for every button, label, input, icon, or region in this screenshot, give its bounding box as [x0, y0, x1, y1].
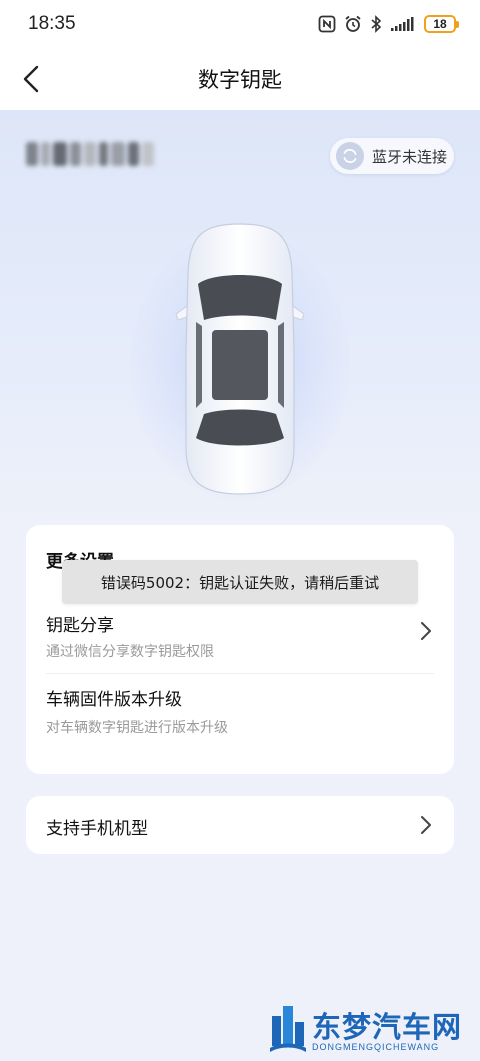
error-toast: 错误码5002：钥匙认证失败，请稍后重试: [62, 560, 418, 604]
key-share-description: 通过微信分享数字钥匙权限: [46, 644, 214, 660]
chevron-right-icon: [421, 622, 431, 640]
firmware-upgrade-label: 车辆固件版本升级: [46, 690, 182, 710]
bluetooth-icon: [371, 15, 382, 33]
firmware-upgrade-row[interactable]: 车辆固件版本升级 对车辆数字钥匙进行版本升级: [26, 677, 454, 751]
status-bar: 18:35 18: [0, 0, 480, 48]
site-watermark: 东梦汽车网 DONGMENGQICHEWANG: [268, 1000, 474, 1058]
divider: [46, 673, 434, 674]
error-toast-message: 错误码5002：钥匙认证失败，请稍后重试: [100, 573, 380, 592]
building-logo-icon: [270, 1006, 306, 1052]
bluetooth-status-pill[interactable]: 蓝牙未连接: [330, 138, 454, 174]
car-illustration: [175, 223, 305, 495]
page-title: 数字钥匙: [198, 68, 282, 92]
status-icons: 18: [318, 15, 459, 33]
key-share-row[interactable]: 钥匙分享 通过微信分享数字钥匙权限: [26, 601, 454, 673]
firmware-upgrade-description: 对车辆数字钥匙进行版本升级: [46, 720, 228, 736]
watermark-domain: DONGMENGQICHEWANG: [312, 1042, 440, 1052]
chevron-left-icon: [23, 65, 39, 93]
key-share-label: 钥匙分享: [46, 616, 114, 636]
battery-icon: 18: [424, 15, 459, 33]
chevron-right-icon: [421, 816, 431, 834]
signal-icon: [391, 17, 414, 31]
license-plate-blurred: [26, 142, 155, 166]
status-time: 18:35: [28, 13, 76, 34]
nav-bar: 数字钥匙: [0, 48, 480, 110]
nfc-icon: [318, 15, 336, 33]
battery-level: 18: [433, 17, 447, 31]
supported-phones-label: 支持手机机型: [46, 819, 148, 839]
refresh-icon: [336, 142, 364, 170]
watermark-name: 东梦汽车网: [312, 1010, 463, 1044]
bluetooth-status-label: 蓝牙未连接: [372, 147, 448, 166]
alarm-icon: [345, 15, 361, 32]
supported-phones-card[interactable]: 支持手机机型: [26, 796, 454, 854]
back-button[interactable]: [16, 62, 46, 96]
